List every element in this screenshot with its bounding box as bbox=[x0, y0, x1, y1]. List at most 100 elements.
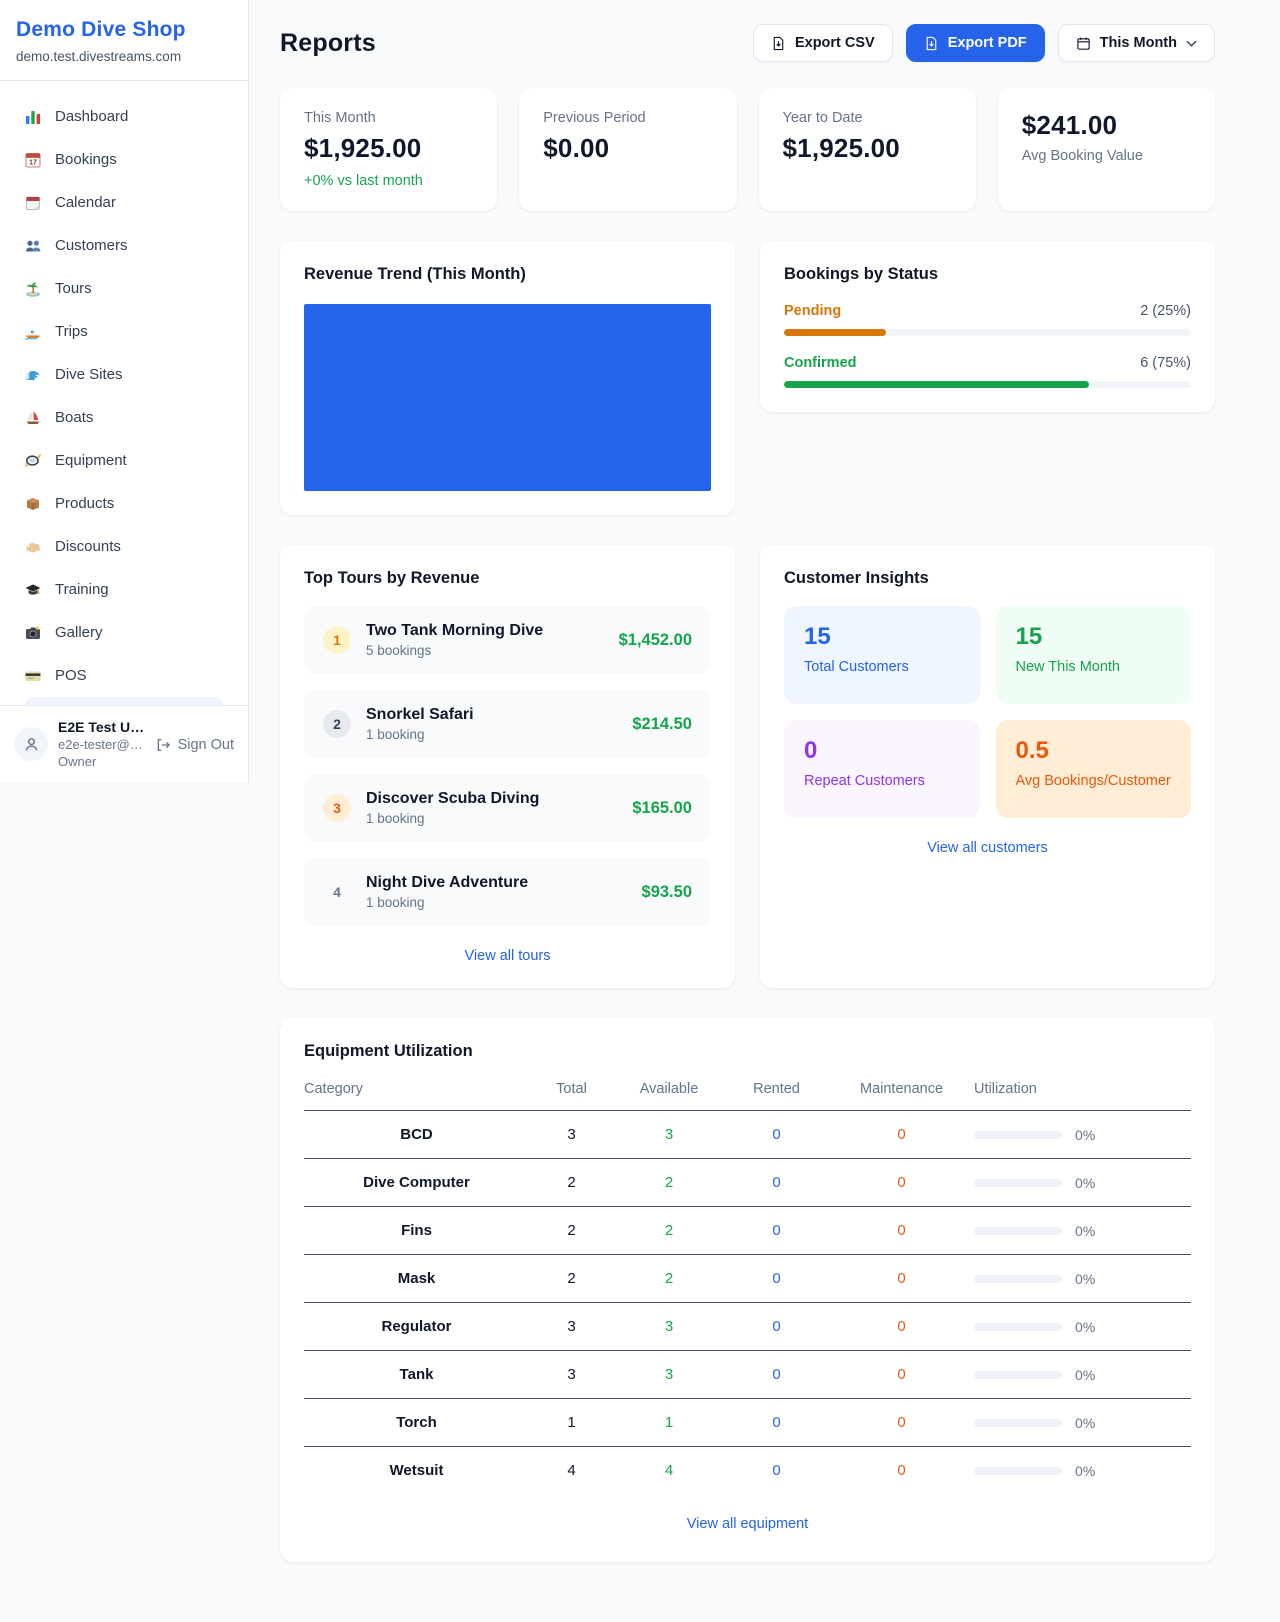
sign-out-label: Sign Out bbox=[178, 737, 234, 753]
avatar bbox=[14, 727, 48, 761]
tour-list-item[interactable]: 1 Two Tank Morning Dive5 bookings $1,452… bbox=[304, 606, 711, 674]
sidebar-header: Demo Dive Shop demo.test.divestreams.com bbox=[0, 0, 248, 81]
sidebar-item-label: Training bbox=[55, 581, 109, 598]
sidebar-item-reports-active[interactable] bbox=[24, 697, 224, 705]
sidebar-item-label: Gallery bbox=[55, 624, 103, 641]
view-all-customers-link[interactable]: View all customers bbox=[784, 840, 1191, 856]
user-role: Owner bbox=[58, 754, 145, 769]
col-available: Available bbox=[614, 1081, 724, 1111]
sidebar-item-tours[interactable]: Tours bbox=[12, 267, 236, 310]
bookings-icon: 17 bbox=[24, 151, 42, 169]
sidebar-item-boats[interactable]: Boats bbox=[12, 396, 236, 439]
period-dropdown[interactable]: This Month bbox=[1058, 24, 1215, 62]
charts-row: Revenue Trend (This Month) Bookings by S… bbox=[280, 241, 1215, 515]
progress-track bbox=[784, 381, 1191, 388]
sidebar-item-label: Products bbox=[55, 495, 114, 512]
customer-insights-title: Customer Insights bbox=[784, 569, 1191, 588]
export-csv-button[interactable]: Export CSV bbox=[753, 24, 893, 62]
status-row-confirmed: Confirmed 6 (75%) bbox=[784, 355, 1191, 388]
sidebar-item-label: Trips bbox=[55, 323, 88, 340]
status-label: Confirmed bbox=[784, 355, 857, 371]
sidebar-item-dashboard[interactable]: Dashboard bbox=[12, 95, 236, 138]
sidebar-item-label: Discounts bbox=[55, 538, 121, 555]
utilization-bar bbox=[974, 1275, 1062, 1283]
revenue-trend-title: Revenue Trend (This Month) bbox=[304, 265, 711, 284]
stat-card-previous-period: Previous Period $0.00 bbox=[519, 88, 736, 211]
sidebar-item-trips[interactable]: Trips bbox=[12, 310, 236, 353]
sidebar-item-bookings[interactable]: 17 Bookings bbox=[12, 138, 236, 181]
sidebar-item-dive-sites[interactable]: Dive Sites bbox=[12, 353, 236, 396]
sidebar-item-label: Customers bbox=[55, 237, 128, 254]
sidebar-item-gallery[interactable]: Gallery bbox=[12, 611, 236, 654]
dashboard-icon bbox=[24, 108, 42, 126]
export-csv-label: Export CSV bbox=[795, 35, 875, 51]
stat-label: This Month bbox=[304, 110, 473, 126]
stat-value: $0.00 bbox=[543, 133, 712, 164]
col-rented: Rented bbox=[724, 1081, 829, 1111]
stat-value: $1,925.00 bbox=[304, 133, 473, 164]
gallery-icon bbox=[24, 624, 42, 642]
page-header: Reports Export CSV Export PDF This Month bbox=[280, 24, 1215, 62]
tour-name: Discover Scuba Diving bbox=[366, 790, 539, 807]
tour-list-item[interactable]: 4 Night Dive Adventure1 booking $93.50 bbox=[304, 858, 711, 926]
user-email: e2e-tester@… bbox=[58, 737, 145, 752]
table-row: Fins 2 2 0 0 0% bbox=[304, 1207, 1191, 1255]
sidebar-item-label: Dive Sites bbox=[55, 366, 123, 383]
stat-card-year-to-date: Year to Date $1,925.00 bbox=[759, 88, 976, 211]
sidebar-item-label: Tours bbox=[55, 280, 92, 297]
stat-label: Avg Booking Value bbox=[1022, 148, 1191, 164]
brand-name: Demo Dive Shop bbox=[16, 18, 232, 42]
sidebar-item-equipment[interactable]: Equipment bbox=[12, 439, 236, 482]
sidebar-item-customers[interactable]: Customers bbox=[12, 224, 236, 267]
sidebar-item-pos[interactable]: POS bbox=[12, 654, 236, 697]
tours-icon bbox=[24, 280, 42, 298]
pos-icon bbox=[24, 667, 42, 685]
sidebar-item-discounts[interactable]: Discounts bbox=[12, 525, 236, 568]
export-pdf-label: Export PDF bbox=[948, 35, 1027, 51]
sidebar-item-label: Calendar bbox=[55, 194, 116, 211]
tours-insights-row: Top Tours by Revenue 1 Two Tank Morning … bbox=[280, 545, 1215, 988]
table-row: Dive Computer 2 2 0 0 0% bbox=[304, 1159, 1191, 1207]
insight-value: 0 bbox=[804, 737, 960, 765]
table-row: Mask 2 2 0 0 0% bbox=[304, 1255, 1191, 1303]
sidebar-user-footer: E2E Test U… e2e-tester@… Owner Sign Out bbox=[0, 705, 248, 782]
stat-value: $1,925.00 bbox=[783, 133, 952, 164]
sign-out-button[interactable]: Sign Out bbox=[155, 737, 234, 753]
col-total: Total bbox=[529, 1081, 614, 1111]
main-content: Reports Export CSV Export PDF This Month… bbox=[249, 0, 1280, 1622]
sidebar-item-products[interactable]: Products bbox=[12, 482, 236, 525]
insight-label: Repeat Customers bbox=[804, 773, 960, 789]
chevron-down-icon bbox=[1186, 40, 1197, 47]
bookings-by-status-card: Bookings by Status Pending 2 (25%) Confi… bbox=[760, 241, 1215, 412]
utilization-bar bbox=[974, 1419, 1062, 1427]
view-all-equipment-link[interactable]: View all equipment bbox=[304, 1516, 1191, 1532]
boats-icon bbox=[24, 409, 42, 427]
export-pdf-button[interactable]: Export PDF bbox=[906, 24, 1045, 62]
period-label: This Month bbox=[1100, 35, 1177, 51]
tour-revenue: $1,452.00 bbox=[619, 631, 692, 650]
table-header-row: Category Total Available Rented Maintena… bbox=[304, 1081, 1191, 1111]
stat-label: Previous Period bbox=[543, 110, 712, 126]
insight-value: 0.5 bbox=[1016, 737, 1172, 765]
sidebar-item-training[interactable]: Training bbox=[12, 568, 236, 611]
tour-list-item[interactable]: 3 Discover Scuba Diving1 booking $165.00 bbox=[304, 774, 711, 842]
status-label: Pending bbox=[784, 303, 841, 319]
sidebar-item-label: Boats bbox=[55, 409, 93, 426]
insight-grid: 15 Total Customers 15 New This Month 0 R… bbox=[784, 606, 1191, 818]
dive-sites-icon bbox=[24, 366, 42, 384]
top-tours-card: Top Tours by Revenue 1 Two Tank Morning … bbox=[280, 545, 735, 988]
file-download-icon bbox=[771, 36, 786, 51]
equipment-table: Category Total Available Rented Maintena… bbox=[304, 1081, 1191, 1494]
products-icon bbox=[24, 495, 42, 513]
tour-list-item[interactable]: 2 Snorkel Safari1 booking $214.50 bbox=[304, 690, 711, 758]
insight-value: 15 bbox=[804, 623, 960, 651]
user-icon bbox=[22, 735, 41, 754]
training-icon bbox=[24, 581, 42, 599]
sidebar-item-label: Equipment bbox=[55, 452, 127, 469]
sidebar-item-label: Bookings bbox=[55, 151, 117, 168]
bookings-by-status-title: Bookings by Status bbox=[784, 265, 1191, 284]
calendar-icon bbox=[1076, 36, 1091, 51]
insight-label: New This Month bbox=[1016, 659, 1172, 675]
view-all-tours-link[interactable]: View all tours bbox=[304, 948, 711, 964]
sidebar-item-calendar[interactable]: Calendar bbox=[12, 181, 236, 224]
